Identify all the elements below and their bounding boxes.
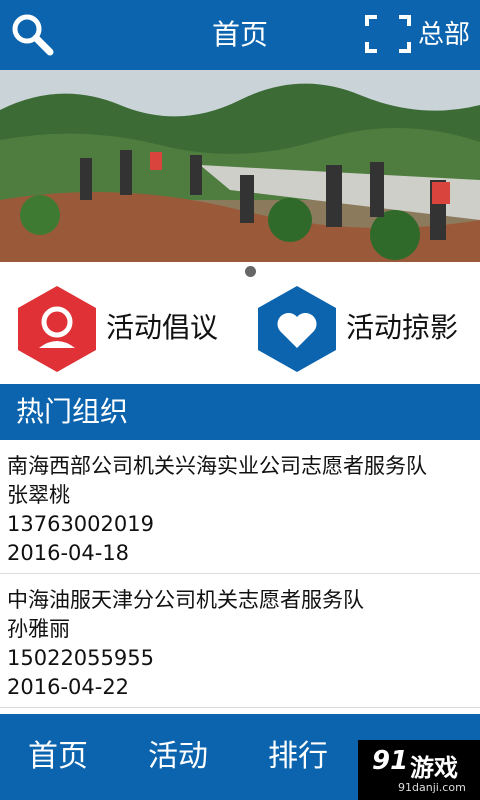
organization-name: 南海西部公司机关兴海实业公司志愿者服务队 xyxy=(7,454,427,478)
tab-ranking[interactable]: 排行 xyxy=(268,714,328,800)
watermark-url: 91danji.com xyxy=(398,781,466,794)
top-app-bar: 首页 总部 xyxy=(0,0,480,70)
list-item[interactable]: 中海油服天津分公司机关志愿者服务队 孙雅丽 15022055955 2016-0… xyxy=(0,574,480,708)
contact-name: 张翠桃 xyxy=(7,483,70,507)
organization-list: 南海西部公司机关兴海实业公司志愿者服务队 张翠桃 13763002019 201… xyxy=(0,440,480,708)
activity-proposal-label: 活动倡议 xyxy=(106,311,219,344)
carousel-indicator[interactable] xyxy=(245,266,256,277)
list-item[interactable]: 南海西部公司机关兴海实业公司志愿者服务队 张翠桃 13763002019 201… xyxy=(0,440,480,574)
watermark-logo: 91 xyxy=(372,746,409,776)
contact-name: 孙雅丽 xyxy=(7,617,70,641)
activity-proposal-button[interactable]: 活动倡议 xyxy=(12,282,232,374)
activity-gallery-button[interactable]: 活动掠影 xyxy=(252,282,480,374)
scan-icon[interactable] xyxy=(364,14,412,54)
banner-photo xyxy=(0,70,480,262)
tab-home[interactable]: 首页 xyxy=(28,714,88,800)
organization-name: 中海油服天津分公司机关志愿者服务队 xyxy=(7,588,364,612)
banner-carousel[interactable] xyxy=(0,70,480,262)
headquarters-button[interactable]: 总部 xyxy=(418,0,470,70)
watermark-text: 游戏 xyxy=(410,754,458,782)
watermark: 91 游戏 91danji.com xyxy=(358,740,480,800)
contact-phone: 13763002019 xyxy=(7,512,154,536)
section-header-hot-organizations: 热门组织 xyxy=(0,384,480,440)
heart-icon xyxy=(258,286,336,372)
activity-gallery-label: 活动掠影 xyxy=(346,311,459,344)
organization-date: 2016-04-22 xyxy=(7,675,130,699)
organization-date: 2016-04-18 xyxy=(7,541,130,565)
contact-phone: 15022055955 xyxy=(7,646,154,670)
person-icon xyxy=(18,286,96,372)
tab-activities[interactable]: 活动 xyxy=(148,714,208,800)
